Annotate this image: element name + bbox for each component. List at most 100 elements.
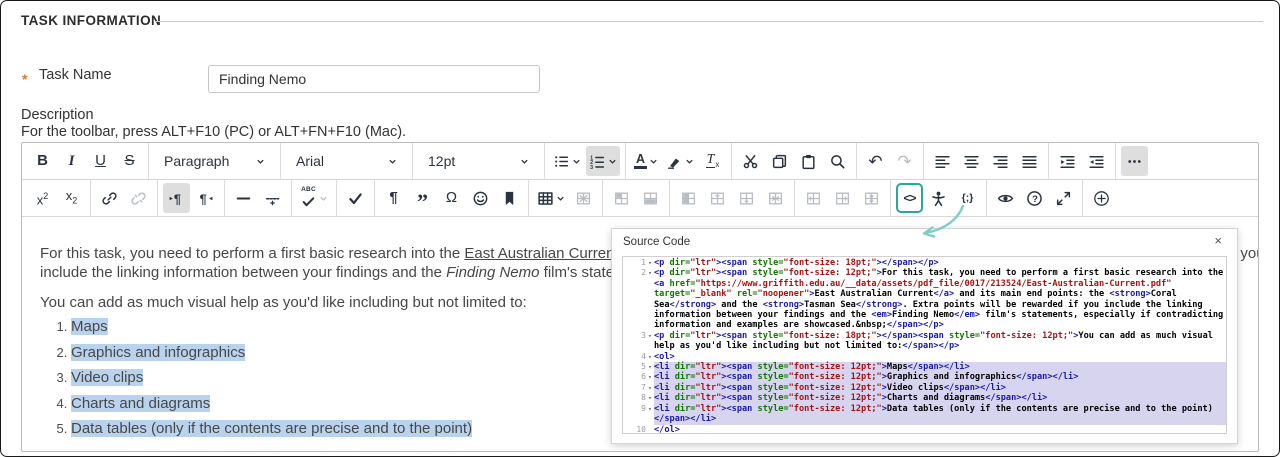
insert-link-button[interactable] xyxy=(96,183,123,213)
code-line[interactable]: 9 ▾ <li dir="ltr"><span style="font-size: … xyxy=(623,403,1226,425)
code-line[interactable]: 10 </ol> xyxy=(623,424,1226,434)
code-line[interactable]: 6 ▾ <li dir="ltr"><span style="font-size: … xyxy=(623,372,1226,383)
align-right-button[interactable] xyxy=(987,146,1014,176)
delete-table-button[interactable] xyxy=(570,183,597,213)
delete-row-button[interactable] xyxy=(762,183,789,213)
align-left-button[interactable] xyxy=(929,146,956,176)
italic-button[interactable]: I xyxy=(58,146,85,176)
cut-button[interactable] xyxy=(737,146,764,176)
font-family-select[interactable]: Arial xyxy=(287,146,406,176)
fold-arrow-icon[interactable]: ▾ xyxy=(646,372,654,382)
highlight-color-button[interactable] xyxy=(663,146,697,176)
insert-column-before-button[interactable] xyxy=(800,183,827,213)
more-options-button[interactable] xyxy=(1121,146,1148,176)
inline-link[interactable]: East Australian Current xyxy=(464,245,618,262)
blockquote-button[interactable]: ” xyxy=(409,183,436,213)
help-button[interactable]: ? xyxy=(1021,183,1048,213)
chevron-down-icon xyxy=(256,157,265,166)
search-icon xyxy=(829,153,846,170)
fold-arrow-icon[interactable]: ▾ xyxy=(646,268,654,278)
copy-button[interactable] xyxy=(766,146,793,176)
fold-arrow-icon[interactable]: ▾ xyxy=(646,404,654,414)
code-line[interactable]: 5 ▾ <li dir="ltr"><span style="font-size: … xyxy=(623,362,1226,373)
code-line[interactable]: 1 ▾ <p dir="ltr"><span style="font-size: 1… xyxy=(623,258,1226,268)
outdent-button[interactable] xyxy=(1083,146,1110,176)
special-character-button[interactable]: Ω xyxy=(438,183,465,213)
insert-column-after-button[interactable] xyxy=(829,183,856,213)
superscript-button[interactable]: x2 xyxy=(29,183,56,213)
source-code-button[interactable]: <> xyxy=(896,183,923,213)
close-icon[interactable]: × xyxy=(1208,233,1228,249)
anchor-button[interactable] xyxy=(496,183,523,213)
code-line[interactable]: 7 ▾ <li dir="ltr"><span style="font-size: … xyxy=(623,382,1226,394)
horizontal-rule-button[interactable] xyxy=(230,183,257,213)
row-properties-button[interactable] xyxy=(637,183,664,213)
list-item-text: Data tables (only if the contents are pr… xyxy=(71,420,473,437)
search-button[interactable] xyxy=(824,146,851,176)
subscript-button[interactable]: x2 xyxy=(58,183,85,213)
code-line[interactable]: 8 ▾ <li dir="ltr"><span style="font-size: … xyxy=(623,393,1226,404)
bold-button[interactable]: B xyxy=(29,146,56,176)
fold-arrow-icon[interactable]: ▾ xyxy=(646,393,654,403)
align-justify-button[interactable] xyxy=(1016,146,1043,176)
add-content-button[interactable] xyxy=(1088,183,1115,213)
show-invisibles-button[interactable]: ¶ xyxy=(380,183,407,213)
bullet-list-button[interactable] xyxy=(550,146,584,176)
code-sample-button[interactable]: {;} xyxy=(954,183,981,213)
fold-arrow-icon[interactable]: ▾ xyxy=(646,331,654,341)
underline-button[interactable]: U xyxy=(87,146,114,176)
indent-button[interactable] xyxy=(1054,146,1081,176)
insert-row-below-button[interactable] xyxy=(733,183,760,213)
omega-icon: Ω xyxy=(445,189,458,206)
emoticon-button[interactable] xyxy=(467,183,494,213)
row-props-icon xyxy=(642,190,659,207)
text-color-button[interactable]: A xyxy=(631,146,661,176)
fold-arrow-icon[interactable]: ▾ xyxy=(646,258,654,268)
fold-arrow-icon[interactable]: ▾ xyxy=(646,352,654,362)
svg-text:¶: ¶ xyxy=(174,191,181,206)
text-segment: include the linking information between … xyxy=(40,264,447,281)
indent-icon xyxy=(1059,153,1076,170)
merge-cells-button[interactable] xyxy=(675,183,702,213)
font-family-select-value: Arial xyxy=(296,153,325,169)
check-button[interactable] xyxy=(342,183,369,213)
remove-link-button[interactable] xyxy=(125,183,152,213)
undo-button[interactable]: ↶ xyxy=(862,146,889,176)
code-line[interactable]: 2 ▾ <p dir="ltr"><span style="font-size: 1… xyxy=(623,268,1226,330)
font-size-select[interactable]: 12pt xyxy=(419,146,538,176)
help-icon: ? xyxy=(1026,190,1043,207)
ltr-direction-button[interactable]: ¶ xyxy=(163,183,190,213)
row-below-icon xyxy=(738,190,755,207)
strikethrough-button[interactable]: S xyxy=(116,146,143,176)
accessibility-checker-button[interactable] xyxy=(925,183,952,213)
paste-button[interactable] xyxy=(795,146,822,176)
source-code-editor[interactable]: 1 ▾ <p dir="ltr"><span style="font-size: 1… xyxy=(622,256,1227,434)
spellcheck-button[interactable]: ABC xyxy=(297,183,331,213)
code-line[interactable]: 3 ▾ <p dir="ltr"><span style="font-size: 1… xyxy=(623,331,1226,352)
toolbar-group xyxy=(603,180,670,216)
fold-arrow-icon[interactable]: ▾ xyxy=(646,383,654,393)
paste-icon xyxy=(800,153,817,170)
code-text: <li dir="ltr"><span style="font-size: 12… xyxy=(654,372,1226,383)
block-format-select[interactable]: Paragraph xyxy=(155,146,274,176)
line-number-gutter: 4 xyxy=(641,351,646,361)
page-break-button[interactable] xyxy=(259,183,286,213)
fold-arrow-icon[interactable]: ▾ xyxy=(646,362,654,372)
line-number-gutter: 10 xyxy=(636,424,646,434)
table-button[interactable] xyxy=(534,183,568,213)
rtl-direction-button[interactable]: ¶ xyxy=(192,183,219,213)
toolbar-group: <> {;} xyxy=(891,180,987,216)
delete-column-button[interactable] xyxy=(858,183,885,213)
chevron-down-icon xyxy=(556,194,565,203)
preview-button[interactable] xyxy=(992,183,1019,213)
numbered-list-button[interactable]: 123 xyxy=(586,146,620,176)
redo-button[interactable]: ↷ xyxy=(891,146,918,176)
fullscreen-button[interactable] xyxy=(1050,183,1077,213)
task-information-page: TASK INFORMATION * Task Name Description… xyxy=(0,0,1280,457)
clear-formatting-button[interactable]: Tx xyxy=(699,146,726,176)
cell-properties-button[interactable] xyxy=(608,183,635,213)
align-center-button[interactable] xyxy=(958,146,985,176)
task-name-input[interactable] xyxy=(208,65,540,93)
code-line[interactable]: 4 ▾ <ol> xyxy=(623,352,1226,362)
insert-row-above-button[interactable] xyxy=(704,183,731,213)
